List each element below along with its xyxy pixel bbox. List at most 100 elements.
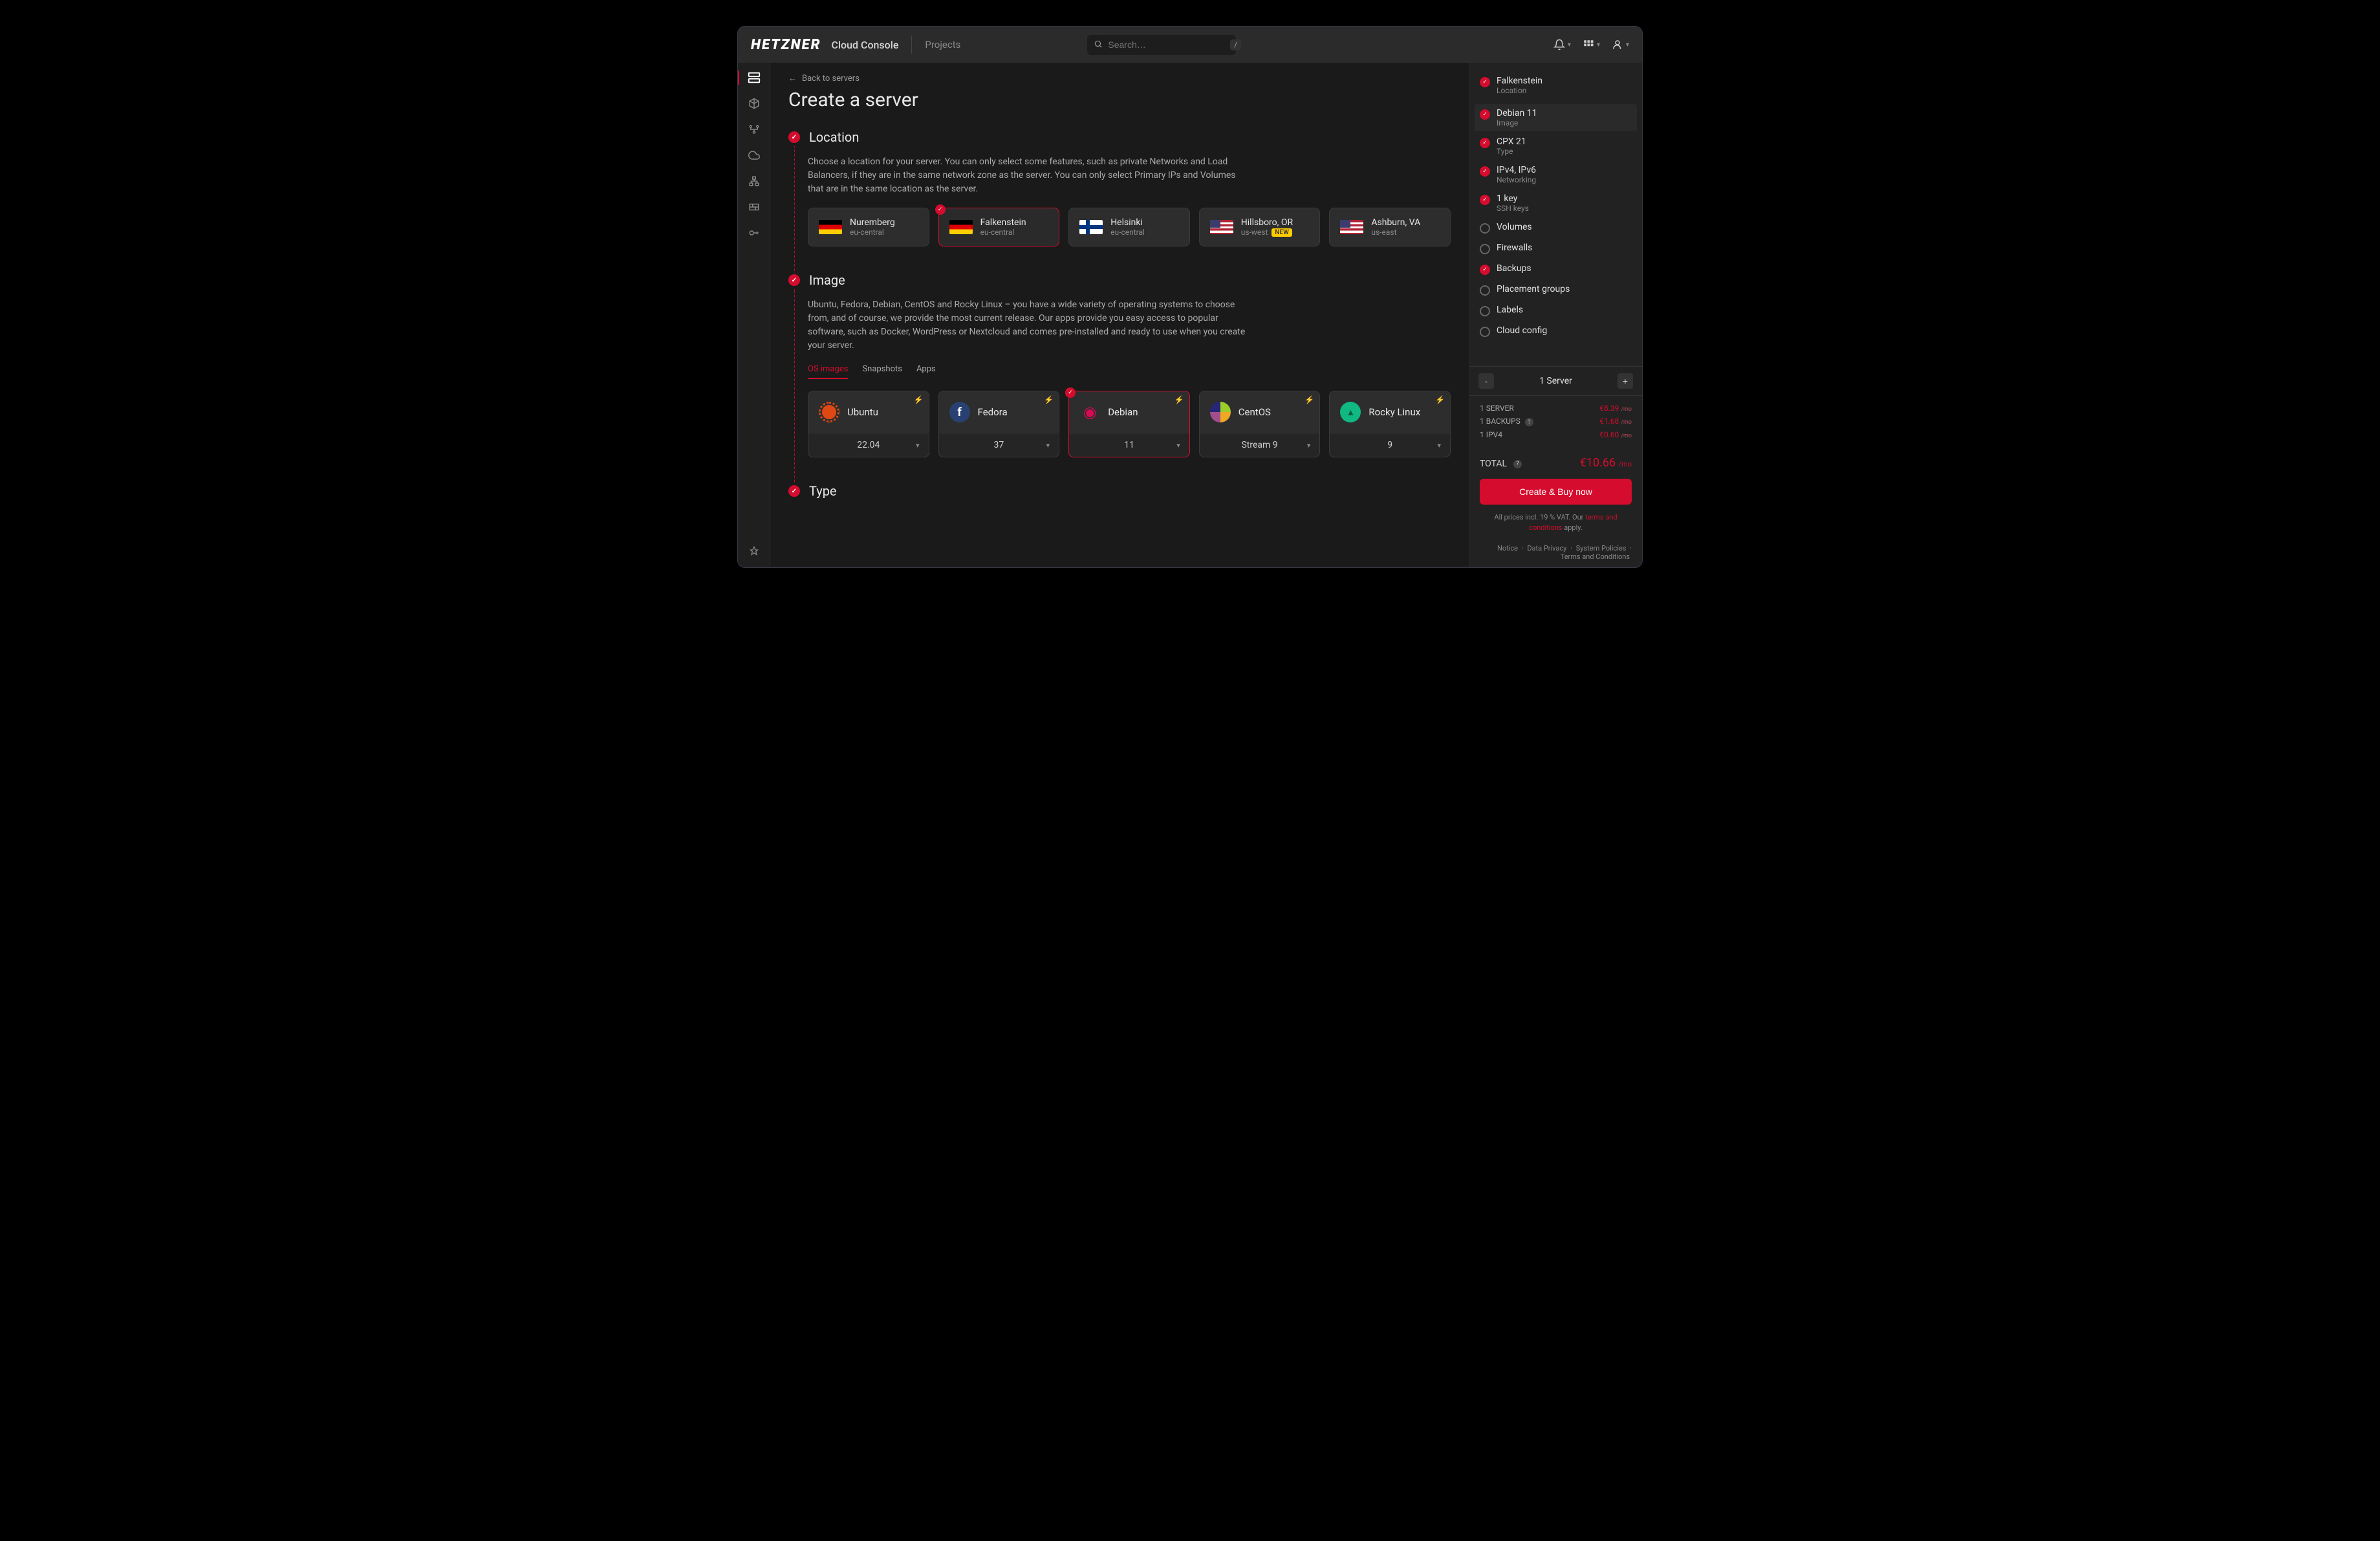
sidebar-servers[interactable] (737, 71, 769, 85)
price-row: 1 BACKUPS ?€1.68 /mo (1480, 417, 1632, 427)
location-card-ashburn-va[interactable]: Ashburn, VAus-east (1329, 208, 1451, 246)
summary-item-falkenstein[interactable]: FalkensteinLocation (1480, 76, 1632, 95)
summary-item-title: Backups (1497, 263, 1531, 274)
console-label: Cloud Console (832, 39, 899, 51)
tab-apps[interactable]: Apps (916, 364, 936, 379)
sidebar-networks[interactable] (747, 174, 761, 188)
projects-link[interactable]: Projects (925, 39, 960, 50)
footer-privacy[interactable]: Data Privacy (1527, 544, 1566, 552)
summary-item-ipv4-ipv6[interactable]: IPv4, IPv6Networking (1480, 165, 1632, 184)
footer-notice[interactable]: Notice (1497, 544, 1518, 552)
check-icon: ✓ (935, 204, 946, 215)
location-card-nuremberg[interactable]: Nurembergeu-central (808, 208, 929, 246)
location-zone: eu-central (1110, 228, 1145, 237)
progress-line (794, 289, 795, 483)
location-card-helsinki[interactable]: Helsinkieu-central (1068, 208, 1190, 246)
user-menu-button[interactable]: ▾ (1612, 39, 1629, 50)
version-select[interactable]: 9▾ (1330, 433, 1450, 457)
check-icon (1480, 166, 1490, 177)
section-title-type: Type (809, 483, 837, 499)
summary-item-1-key[interactable]: 1 keySSH keys (1480, 193, 1632, 213)
image-description: Ubuntu, Fedora, Debian, CentOS and Rocky… (808, 298, 1248, 353)
sidebar-pin[interactable] (747, 544, 761, 558)
image-card-fedora[interactable]: ⚡Fedora37▾ (938, 391, 1060, 457)
sidebar-floatingips[interactable] (747, 148, 761, 162)
apps-button[interactable]: ▾ (1583, 39, 1600, 50)
location-name: Falkenstein (980, 217, 1026, 228)
summary-item-sub: Image (1497, 118, 1537, 127)
os-version: Stream 9 (1241, 440, 1277, 450)
server-icon (747, 71, 761, 85)
server-count-label: 1 Server (1539, 376, 1572, 386)
cube-icon (748, 98, 760, 109)
help-icon[interactable]: ? (1525, 418, 1533, 426)
search-box[interactable]: / (1087, 35, 1236, 55)
sidebar (738, 63, 770, 567)
help-icon[interactable]: ? (1513, 460, 1522, 468)
location-card-hillsboro-or[interactable]: Hillsboro, ORus-west NEW (1199, 208, 1321, 246)
version-select[interactable]: 11▾ (1069, 433, 1189, 457)
image-card-debian[interactable]: ✓⚡Debian11▾ (1068, 391, 1190, 457)
back-link[interactable]: ← Back to servers (788, 73, 1451, 83)
image-card-rocky-linux[interactable]: ⚡ Rocky Linux 9▾ (1329, 391, 1451, 457)
price-value: €8.39 /mo (1599, 404, 1632, 413)
tab-snapshots[interactable]: Snapshots (862, 364, 902, 379)
tab-os-images[interactable]: OS images (808, 364, 848, 379)
progress-line (794, 146, 795, 272)
location-card-falkenstein[interactable]: ✓Falkensteineu-central (938, 208, 1060, 246)
page-title: Create a server (788, 89, 1451, 111)
flag-icon (949, 220, 973, 234)
version-select[interactable]: 22.04▾ (808, 433, 929, 457)
sidebar-security[interactable] (747, 226, 761, 240)
check-icon (1480, 77, 1490, 87)
summary-item-backups[interactable]: Backups (1480, 263, 1632, 275)
sidebar-loadbalancers[interactable] (747, 122, 761, 137)
flag-icon (1210, 220, 1233, 234)
os-logo-icon (949, 402, 970, 422)
os-name: Rocky Linux (1368, 406, 1420, 418)
notifications-button[interactable]: ▾ (1553, 39, 1571, 50)
increment-server-button[interactable]: + (1617, 373, 1633, 389)
location-zone: us-east (1371, 228, 1420, 237)
back-label: Back to servers (802, 74, 860, 83)
summary-item-title: IPv4, IPv6 (1497, 165, 1536, 175)
summary-item-cloud-config[interactable]: Cloud config (1480, 325, 1632, 337)
summary-panel: FalkensteinLocation Debian 11Image CPX 21T… (1469, 63, 1642, 567)
decrement-server-button[interactable]: - (1478, 373, 1494, 389)
chevron-down-icon: ▾ (1437, 441, 1441, 450)
bolt-icon: ⚡ (914, 395, 924, 404)
section-title-location: Location (809, 129, 859, 145)
step-indicator (788, 274, 800, 286)
image-card-ubuntu[interactable]: ⚡Ubuntu22.04▾ (808, 391, 929, 457)
footer-policies[interactable]: System Policies (1576, 544, 1627, 552)
search-kbd: / (1230, 39, 1241, 50)
summary-item-placement-groups[interactable]: Placement groups (1480, 284, 1632, 296)
summary-item-debian-11[interactable]: Debian 11Image (1475, 104, 1637, 131)
summary-item-firewalls[interactable]: Firewalls (1480, 243, 1632, 254)
key-icon (748, 227, 760, 239)
step-indicator (788, 485, 800, 497)
summary-item-labels[interactable]: Labels (1480, 305, 1632, 316)
location-zone: us-west NEW (1241, 228, 1293, 237)
image-card-centos[interactable]: ⚡CentOSStream 9▾ (1199, 391, 1321, 457)
version-select[interactable]: 37▾ (939, 433, 1059, 457)
bell-icon (1553, 39, 1565, 50)
summary-item-cpx-21[interactable]: CPX 21Type (1480, 137, 1632, 156)
sidebar-volumes[interactable] (747, 96, 761, 111)
total-label: TOTAL? (1480, 459, 1522, 469)
version-select[interactable]: Stream 9▾ (1200, 433, 1320, 457)
footer-terms[interactable]: Terms and Conditions (1561, 552, 1630, 561)
os-name: CentOS (1239, 406, 1271, 418)
summary-item-volumes[interactable]: Volumes (1480, 222, 1632, 234)
search-input[interactable] (1108, 39, 1225, 50)
chevron-down-icon: ▾ (1046, 441, 1050, 450)
bolt-icon: ⚡ (1044, 395, 1054, 404)
bolt-icon: ⚡ (1435, 395, 1445, 404)
create-buy-button[interactable]: Create & Buy now (1480, 479, 1632, 505)
sidebar-firewalls[interactable] (747, 200, 761, 214)
section-title-image: Image (809, 272, 845, 288)
total-value: €10.66 /mo (1580, 456, 1632, 470)
summary-item-sub: Networking (1497, 175, 1536, 184)
cloud-icon (748, 149, 760, 161)
grid-icon (1583, 39, 1594, 50)
